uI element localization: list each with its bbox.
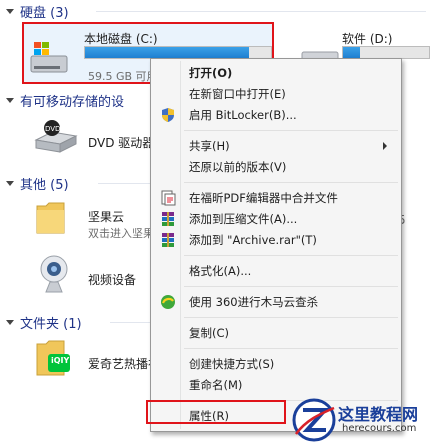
group-header-hard-disks[interactable]: 硬盘 (3) xyxy=(6,2,69,21)
menu-item-label: 启用 BitLocker(B)... xyxy=(189,107,297,122)
svg-text:DVD: DVD xyxy=(45,125,60,133)
menu-item-create-shortcut[interactable]: 创建快捷方式(S) xyxy=(154,353,397,374)
menu-item-label: 共享(H) xyxy=(189,138,230,153)
menu-item-open-new-window[interactable]: 在新窗口中打开(E) xyxy=(154,83,397,104)
menu-separator xyxy=(184,255,398,256)
menu-item-bitlocker[interactable]: 启用 BitLocker(B)... xyxy=(154,104,397,125)
submenu-arrow-icon xyxy=(383,142,387,150)
group-label: 其他 (5) xyxy=(20,177,69,193)
drive-c-usage-fill xyxy=(85,47,249,58)
foxit-pdf-icon xyxy=(161,190,176,206)
drive-d-name[interactable]: 软件 (D:) xyxy=(342,30,392,47)
menu-item-scan-360[interactable]: 使用 360进行木马云查杀 xyxy=(154,291,397,312)
menu-separator xyxy=(184,348,398,349)
collapse-arrow-icon xyxy=(6,8,14,14)
group-label: 硬盘 (3) xyxy=(20,5,69,21)
group-divider xyxy=(110,322,150,323)
menu-item-label: 打开(O) xyxy=(189,65,233,80)
menu-separator xyxy=(184,286,398,287)
menu-item-label: 重命名(M) xyxy=(189,377,243,392)
menu-item-label: 添加到 "Archive.rar"(T) xyxy=(189,232,317,247)
properties-highlight-box xyxy=(146,400,286,424)
menu-separator xyxy=(184,317,398,318)
menu-separator xyxy=(184,182,398,183)
menu-item-label: 格式化(A)... xyxy=(189,263,252,278)
menu-item-format[interactable]: 格式化(A)... xyxy=(154,260,397,281)
watermark-title: 这里教程网 xyxy=(338,405,419,424)
watermark: 这里教程网 herecours.com xyxy=(290,398,432,442)
dvd-drive-icon: DVD xyxy=(34,120,78,153)
collapse-arrow-icon xyxy=(6,180,14,186)
context-menu: 打开(O) 在新窗口中打开(E) 启用 BitLocker(B)... 共享(H… xyxy=(150,58,402,432)
group-header-removable[interactable]: 有可移动存储的设 xyxy=(6,91,125,110)
menu-item-label: 添加到压缩文件(A)... xyxy=(189,211,298,226)
group-divider xyxy=(98,183,150,184)
jianguoyun-name[interactable]: 坚果云 xyxy=(88,208,124,225)
drive-c-free-space: 59.5 GB 可用 xyxy=(88,70,158,83)
watermark-logo-icon xyxy=(292,398,336,442)
group-label: 有可移动存储的设 xyxy=(20,94,125,110)
drive-d-usage-fill xyxy=(343,47,361,58)
menu-item-label: 还原以前的版本(V) xyxy=(189,159,287,174)
360-icon xyxy=(161,295,175,309)
group-divider xyxy=(96,11,426,12)
menu-separator xyxy=(184,130,398,131)
menu-item-label: 在新窗口中打开(E) xyxy=(189,86,286,101)
menu-item-label: 在福昕PDF编辑器中合并文件 xyxy=(189,190,338,205)
menu-item-label: 创建快捷方式(S) xyxy=(189,356,275,371)
menu-item-label: 使用 360进行木马云查杀 xyxy=(189,294,319,309)
jianguoyun-subtitle: 双击进入坚果 xyxy=(88,227,154,240)
drive-c-name: 本地磁盘 (C:) xyxy=(84,32,158,46)
hard-drive-windows-icon xyxy=(30,42,68,73)
group-label: 文件夹 (1) xyxy=(20,316,82,332)
winrar-icon xyxy=(162,212,174,226)
iqiyi-badge: iQIY xyxy=(51,356,70,365)
jianguoyun-folder-icon xyxy=(36,202,65,234)
watermark-url: herecours.com xyxy=(342,423,417,434)
dvd-drive-name[interactable]: DVD 驱动器 xyxy=(88,134,154,151)
menu-item-add-archive-rar[interactable]: 添加到 "Archive.rar"(T) xyxy=(154,229,397,250)
menu-item-share[interactable]: 共享(H) xyxy=(154,135,397,156)
collapse-arrow-icon xyxy=(6,319,14,325)
collapse-arrow-icon xyxy=(6,97,14,103)
shield-icon xyxy=(162,108,174,122)
menu-item-restore-previous[interactable]: 还原以前的版本(V) xyxy=(154,156,397,177)
menu-item-rename[interactable]: 重命名(M) xyxy=(154,374,397,395)
group-header-folders[interactable]: 文件夹 (1) xyxy=(6,313,82,332)
video-device-name[interactable]: 视频设备 xyxy=(88,271,136,288)
winrar-icon xyxy=(162,233,174,247)
group-header-other[interactable]: 其他 (5) xyxy=(6,174,69,193)
menu-item-add-archive[interactable]: 添加到压缩文件(A)... xyxy=(154,208,397,229)
webcam-icon xyxy=(40,255,68,293)
menu-item-pdf-merge[interactable]: 在福昕PDF编辑器中合并文件 xyxy=(154,187,397,208)
menu-item-open[interactable]: 打开(O) xyxy=(154,62,397,83)
menu-item-label: 复制(C) xyxy=(189,325,230,340)
menu-item-copy[interactable]: 复制(C) xyxy=(154,322,397,343)
